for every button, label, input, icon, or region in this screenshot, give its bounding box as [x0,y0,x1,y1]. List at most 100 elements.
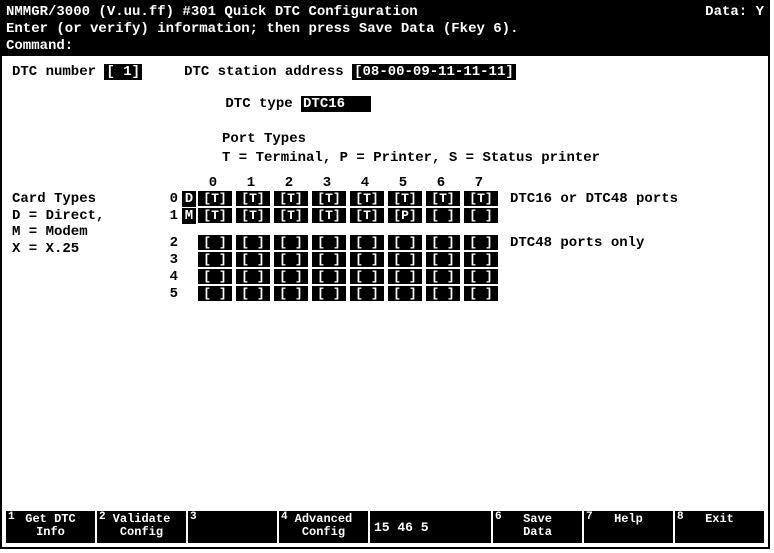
fkey-7[interactable]: 7Help [584,511,673,543]
dtc-number-label: DTC number [12,64,96,80]
fkey-4[interactable]: 4AdvancedConfig [279,511,368,543]
fkey-number: 7 [586,511,593,523]
port-field[interactable]: [T] [312,191,346,206]
port-field[interactable]: [ ] [388,286,422,301]
data-flag-value: Y [756,4,764,21]
port-field[interactable]: [ ] [236,269,270,284]
port-field[interactable]: [ ] [274,269,308,284]
port-field[interactable]: [ ] [426,269,460,284]
port-field[interactable]: [T] [198,191,232,206]
port-field[interactable]: [ ] [426,286,460,301]
port-field[interactable]: [ ] [198,252,232,267]
port-types-heading: Port Types [222,130,758,148]
fkey-6[interactable]: 6SaveData [493,511,582,543]
port-field[interactable]: [ ] [236,252,270,267]
card-types-legend-m: M = Modem [12,224,162,241]
dtc-station-field[interactable]: [08-00-09-11-11-11] [352,64,516,80]
port-field[interactable]: [ ] [198,235,232,250]
port-field[interactable]: [T] [426,191,460,206]
port-field[interactable]: [ ] [388,252,422,267]
port-field[interactable]: [T] [236,208,270,223]
status-bar: 15 46 5 [370,511,491,543]
port-field[interactable]: [ ] [236,286,270,301]
port-field[interactable]: [T] [350,208,384,223]
port-field[interactable]: [ ] [464,286,498,301]
row-note: DTC16 or DTC48 ports [510,191,678,207]
fkey-label: Help [585,513,672,526]
port-field[interactable]: [ ] [198,286,232,301]
card-row: 5 [ ] [ ] [ ] [ ] [ ] [ ] [ ] [ ] [162,286,678,302]
dtc-number-field[interactable]: [ 1] [104,64,142,80]
command-prompt[interactable]: Command: [6,38,764,55]
port-field[interactable]: [ ] [388,235,422,250]
port-field[interactable]: [T] [464,191,498,206]
port-field[interactable]: [ ] [198,269,232,284]
row-number: 0 [162,191,178,207]
row-number: 5 [162,286,178,302]
port-field[interactable]: [T] [274,208,308,223]
port-field[interactable]: [ ] [464,252,498,267]
fkey-number: 4 [281,511,288,523]
fkey-number: 2 [99,511,106,523]
fkey-8[interactable]: 8Exit [675,511,764,543]
fkey-number: 1 [8,511,15,523]
row-number: 1 [162,208,178,224]
fkey-3[interactable]: 3 [188,511,277,543]
port-field[interactable]: [ ] [312,252,346,267]
port-field[interactable]: [ ] [350,286,384,301]
row-note: DTC48 ports only [510,235,644,251]
port-field[interactable]: [ ] [426,208,460,223]
fkey-2[interactable]: 2ValidateConfig [97,511,186,543]
port-field[interactable]: [ ] [236,235,270,250]
port-field[interactable]: [ ] [274,235,308,250]
card-row: 0D[T][T][T][T][T][T][T][T]DTC16 or DTC48… [162,191,678,207]
port-field[interactable]: [ ] [312,235,346,250]
port-types-legend: T = Terminal, P = Printer, S = Status pr… [222,149,758,167]
port-field[interactable]: [ ] [274,286,308,301]
card-types-legend-x: X = X.25 [12,241,162,258]
port-field[interactable]: [ ] [426,235,460,250]
port-field[interactable]: [ ] [350,235,384,250]
fkey-number: 3 [190,511,197,523]
port-field[interactable]: [P] [388,208,422,223]
port-field[interactable]: [ ] [464,208,498,223]
fkey-1[interactable]: 1Get DTCInfo [6,511,95,543]
card-type-field[interactable]: D [182,191,196,207]
port-field[interactable]: [ ] [312,269,346,284]
row-number: 3 [162,252,178,268]
fkey-label: Config [280,526,367,539]
fkey-label: Config [98,526,185,539]
dtc-type-label: DTC type [225,96,292,112]
card-types-legend-d: D = Direct, [12,208,162,225]
card-types-heading: Card Types [12,191,162,208]
port-field[interactable]: [ ] [350,269,384,284]
dtc-station-label: DTC station address [184,64,344,80]
fkey-label: Exit [676,513,763,526]
dtc-type-field[interactable]: DTC16 [301,96,371,112]
card-row: 1M[T][T][T][T][T][P][ ][ ] [162,208,678,224]
card-row: 2 [ ] [ ] [ ] [ ] [ ] [ ] [ ] [ ] DTC48 ports on… [162,235,678,251]
port-field[interactable]: [ ] [464,269,498,284]
port-field[interactable]: [T] [236,191,270,206]
port-field[interactable]: [ ] [388,269,422,284]
data-flag-label: Data: [705,4,747,21]
instruction-line: Enter (or verify) information; then pres… [6,21,764,38]
port-field[interactable]: [ ] [350,252,384,267]
port-field[interactable]: [T] [274,191,308,206]
row-number: 2 [162,235,178,251]
port-field[interactable]: [ ] [274,252,308,267]
port-field[interactable]: [ ] [464,235,498,250]
fkey-number: 6 [495,511,502,523]
port-field[interactable]: [T] [350,191,384,206]
row-number: 4 [162,269,178,285]
fkey-label: Info [7,526,94,539]
window-title: NMMGR/3000 (V.uu.ff) #301 Quick DTC Conf… [6,4,705,21]
card-row: 4 [ ] [ ] [ ] [ ] [ ] [ ] [ ] [ ] [162,269,678,285]
port-field[interactable]: [T] [198,208,232,223]
card-row: 3 [ ] [ ] [ ] [ ] [ ] [ ] [ ] [ ] [162,252,678,268]
port-field[interactable]: [ ] [426,252,460,267]
port-field[interactable]: [T] [388,191,422,206]
port-field[interactable]: [ ] [312,286,346,301]
port-field[interactable]: [T] [312,208,346,223]
card-type-field[interactable]: M [182,208,196,224]
